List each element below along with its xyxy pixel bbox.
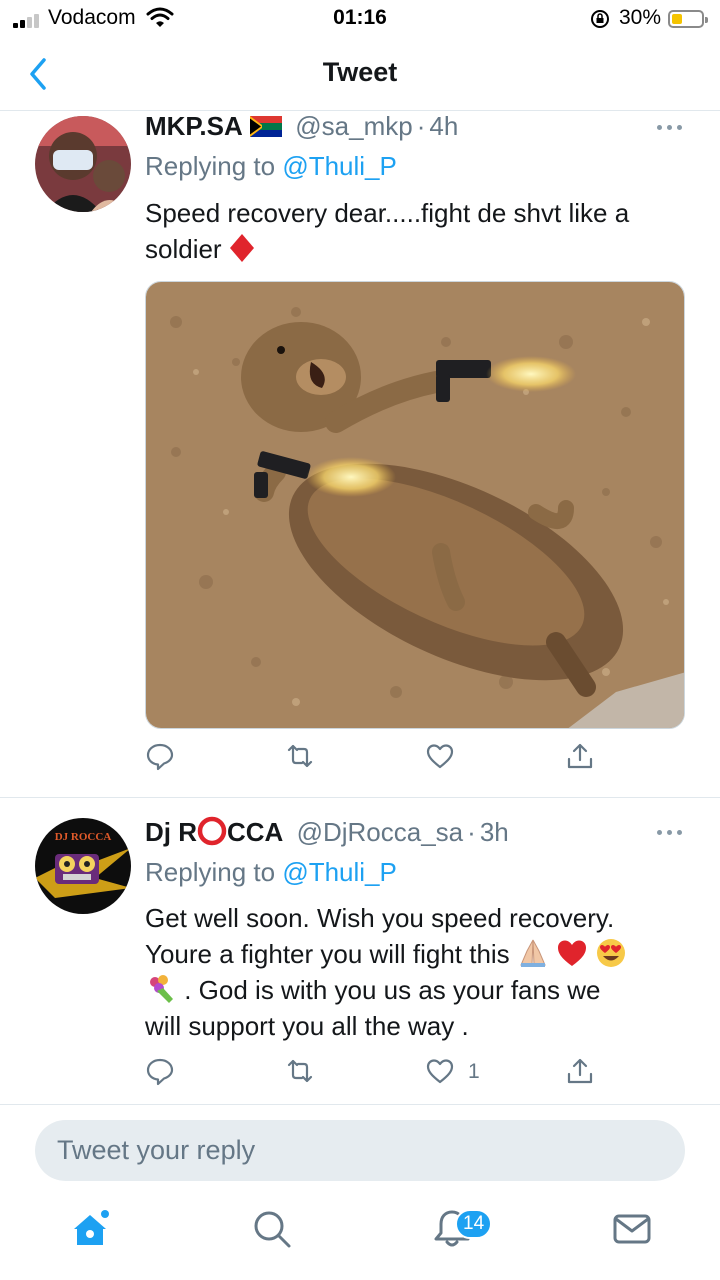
like-count: 1 (468, 1060, 480, 1083)
tweet-text: Get well soon. Wish you speed recovery. … (145, 900, 685, 1044)
red-diamond-emoji-icon (229, 234, 254, 262)
tweet-text: Speed recovery dear.....fight de shvt li… (145, 198, 630, 264)
avatar-logo-text: DJ ROCCA (55, 831, 112, 843)
more-options-icon[interactable] (655, 828, 685, 838)
reply-composer: Tweet your reply (0, 1105, 720, 1195)
share-icon[interactable] (565, 1056, 595, 1086)
page-title: Tweet (322, 57, 398, 87)
navigation-bar: Tweet (0, 40, 720, 111)
reply-input[interactable]: Tweet your reply (35, 1120, 685, 1181)
red-heart-emoji-icon (558, 940, 587, 966)
bouquet-emoji-icon (150, 975, 173, 1003)
orientation-lock-icon (591, 10, 609, 28)
notifications-badge: 14 (455, 1209, 493, 1239)
display-name[interactable]: MKP.SA (145, 111, 243, 141)
tab-bar (0, 1195, 720, 1280)
battery-icon (668, 10, 708, 28)
reply-icon[interactable] (145, 741, 175, 771)
user-handle[interactable]: @sa_mkp (295, 111, 412, 141)
folded-hands-emoji-icon (520, 939, 546, 967)
avatar[interactable] (35, 116, 131, 212)
more-options-icon[interactable] (655, 123, 685, 133)
retweet-icon[interactable] (285, 1056, 315, 1086)
tweet-actions: 1 (145, 1056, 605, 1090)
replying-to: Replying to @Thuli_P (145, 151, 397, 181)
reply-icon[interactable] (145, 1056, 175, 1086)
search-icon[interactable] (250, 1207, 294, 1251)
south-africa-flag-icon (250, 116, 283, 137)
avatar[interactable]: DJ ROCCA (35, 818, 131, 914)
like-heart-icon[interactable] (425, 1056, 455, 1086)
user-handle[interactable]: @DjRocca_sa (297, 817, 464, 847)
home-icon[interactable] (70, 1207, 114, 1251)
timestamp: 4h (429, 111, 459, 141)
messages-envelope-icon[interactable] (610, 1207, 654, 1251)
battery-percent: 30% (619, 6, 662, 29)
replying-to-link[interactable]: @Thuli_P (282, 151, 397, 181)
tweet-reply[interactable]: DJ ROCCA Dj R CCA @DjRocca_sa · 3h Replying… (0, 798, 720, 1105)
like-heart-icon[interactable] (425, 741, 455, 771)
replying-to: Replying to @Thuli_P (145, 857, 397, 887)
status-bar: Vodacom 01:16 30% (0, 0, 720, 40)
tweet-reply[interactable]: MKP.SA @sa_mkp · 4h Replying to @Thuli_P S… (0, 111, 720, 798)
timestamp: 3h (479, 817, 509, 847)
replying-to-link[interactable]: @Thuli_P (282, 857, 397, 887)
retweet-icon[interactable] (285, 741, 315, 771)
clock: 01:16 (333, 6, 387, 29)
red-circle-emoji-icon (197, 816, 227, 846)
share-icon[interactable] (565, 741, 595, 771)
display-name[interactable]: Dj R CCA (145, 816, 283, 847)
heart-eyes-emoji-icon (597, 939, 626, 967)
tweet-actions (145, 741, 605, 775)
tweet-image[interactable] (145, 281, 685, 729)
